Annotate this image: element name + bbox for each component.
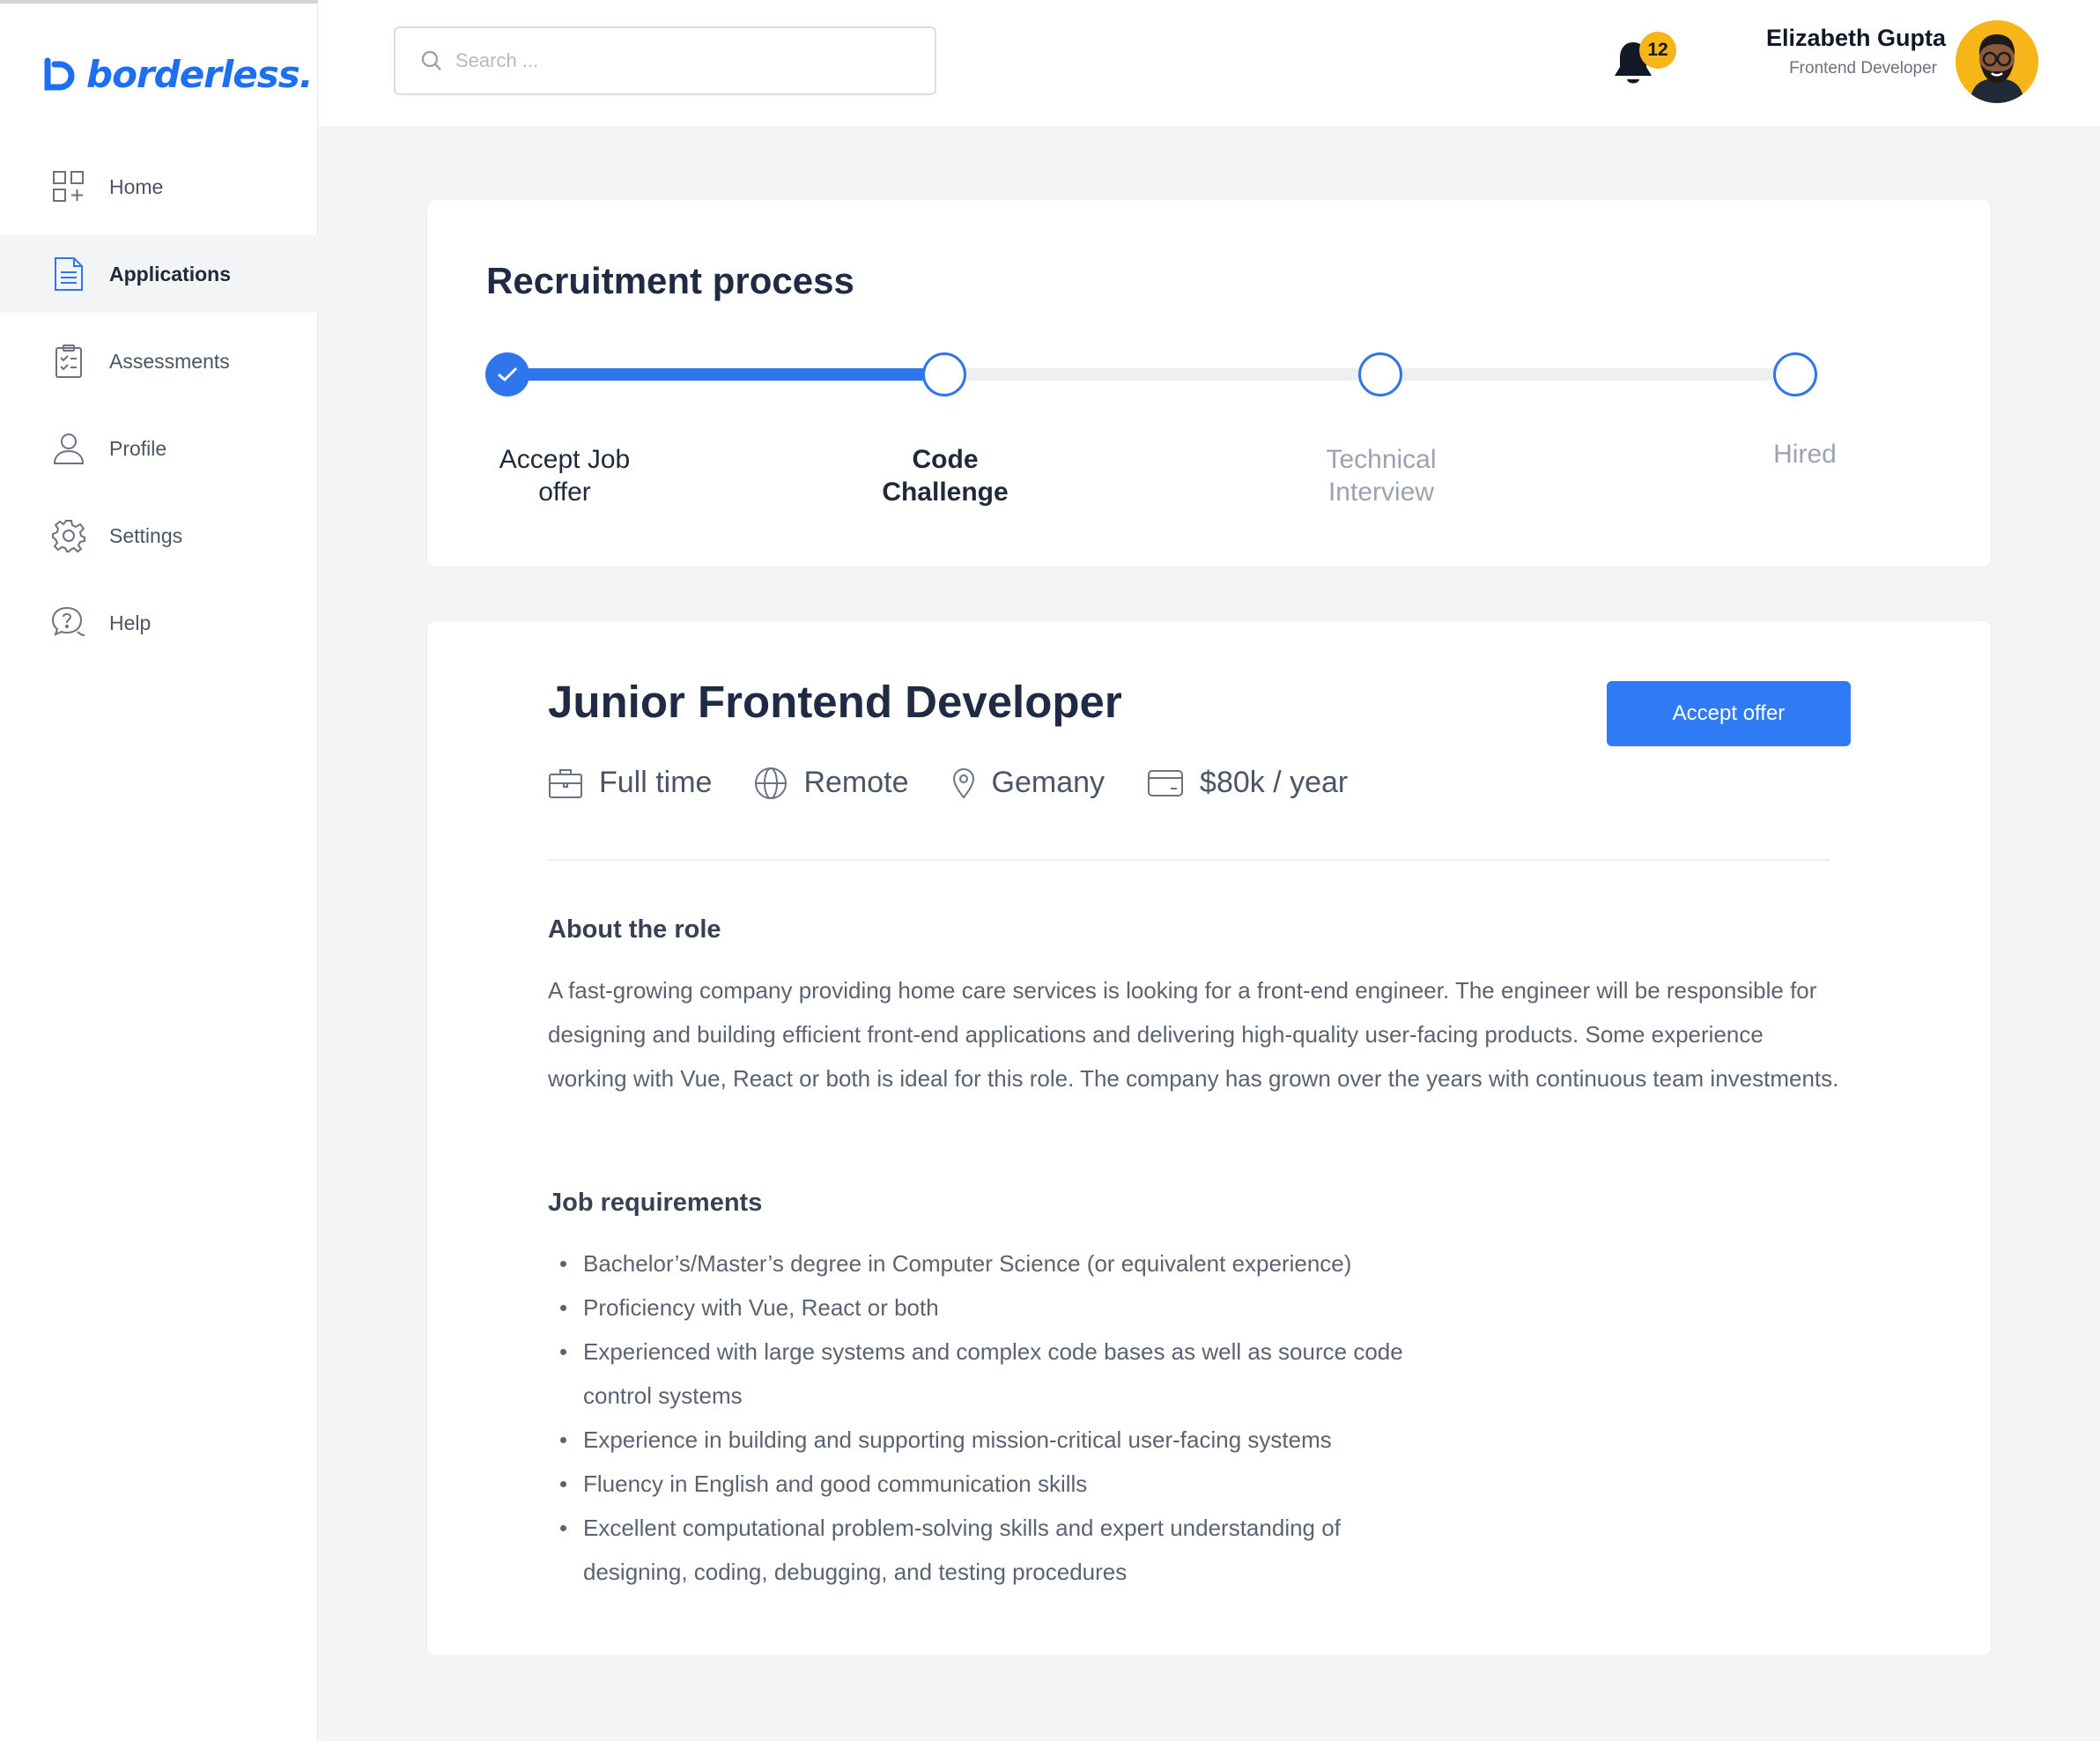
sidebar-item-applications[interactable]: Applications <box>0 235 318 313</box>
step-dot-accept-job-offer[interactable] <box>485 352 529 396</box>
list-item: Proficiency with Vue, React or both <box>548 1285 1429 1330</box>
process-title: Recruitment process <box>486 260 854 301</box>
list-item: Bachelor’s/Master’s degree in Computer S… <box>548 1241 1429 1285</box>
step-label-code-challenge: Code Challenge <box>882 445 1009 507</box>
user-role: Frontend Developer <box>1789 59 1937 78</box>
grid-icon <box>51 169 86 204</box>
sidebar-top-border <box>0 0 318 4</box>
sidebar-item-label: Profile <box>109 436 167 460</box>
section-divider <box>548 859 1830 861</box>
gear-icon <box>51 518 86 553</box>
sidebar-item-help[interactable]: Help <box>0 584 318 662</box>
job-requirements-list: Bachelor’s/Master’s degree in Computer S… <box>548 1241 1429 1594</box>
brand-mark-icon <box>44 57 75 90</box>
step-dot-technical-interview[interactable] <box>1358 352 1402 396</box>
job-title: Junior Frontend Developer <box>548 677 1122 727</box>
document-icon <box>51 256 86 292</box>
recruitment-process-card: Recruitment process Accept Job offer Cod… <box>426 199 1992 567</box>
job-location-type-text: Remote <box>803 766 909 799</box>
sidebar-item-assessments[interactable]: Assessments <box>0 322 318 400</box>
sidebar-item-label: Help <box>109 611 152 634</box>
sidebar-item-home[interactable]: Home <box>0 148 318 226</box>
about-role-heading: About the role <box>548 915 721 944</box>
location-pin-icon <box>951 767 976 799</box>
brand-name: borderless. <box>86 53 314 96</box>
clipboard-icon <box>51 344 86 379</box>
avatar-illustration <box>1956 20 2038 103</box>
job-details-card: Junior Frontend Developer Accept offer F… <box>426 620 1992 1656</box>
top-header: 12 Elizabeth Gupta Frontend Developer <box>318 0 2100 126</box>
job-type-text: Full time <box>599 766 713 799</box>
help-bubble-icon <box>51 605 86 641</box>
user-info[interactable]: Elizabeth Gupta Frontend Developer <box>1676 25 1946 78</box>
accept-offer-button[interactable]: Accept offer <box>1607 681 1851 746</box>
notification-count-badge: 12 <box>1639 32 1676 69</box>
list-item: Fluency in English and good communicatio… <box>548 1462 1429 1506</box>
job-meta: Full time Remote Gemany $80k / year <box>548 766 1390 800</box>
credit-card-icon <box>1147 769 1184 797</box>
job-location-type: Remote <box>754 766 909 800</box>
job-salary: $80k / year <box>1147 766 1348 800</box>
user-icon <box>51 431 86 466</box>
about-role-text: A fast-growing company providing home ca… <box>548 977 1839 1092</box>
sidebar: borderless. Home Applications Assessment… <box>0 0 318 1741</box>
list-item: Excellent computational problem-solving … <box>548 1506 1429 1594</box>
step-dot-hired[interactable] <box>1773 352 1817 396</box>
sidebar-item-settings[interactable]: Settings <box>0 497 318 574</box>
briefcase-icon <box>548 767 583 799</box>
progress-fill <box>499 368 931 381</box>
step-label-technical-interview: Technical Interview <box>1326 445 1437 507</box>
search-box[interactable] <box>394 26 936 95</box>
search-icon <box>421 50 441 70</box>
search-input[interactable] <box>455 49 913 72</box>
job-country: Gemany <box>951 766 1105 800</box>
globe-icon <box>754 767 788 800</box>
check-icon <box>498 367 518 382</box>
sidebar-item-profile[interactable]: Profile <box>0 410 318 487</box>
job-requirements-heading: Job requirements <box>548 1189 763 1217</box>
list-item: Experience in building and supporting mi… <box>548 1418 1429 1462</box>
avatar[interactable] <box>1956 20 2038 103</box>
sidebar-item-label: Home <box>109 174 164 198</box>
sidebar-item-label: Settings <box>109 523 183 547</box>
sidebar-item-label: Applications <box>109 262 232 285</box>
sidebar-nav: Home Applications Assessments Profile Se… <box>0 148 318 671</box>
sidebar-item-label: Assessments <box>109 349 230 373</box>
step-label-hired: Hired <box>1773 440 1837 469</box>
list-item: Experienced with large systems and compl… <box>548 1330 1429 1418</box>
user-name: Elizabeth Gupta <box>1765 25 1946 51</box>
notifications-button[interactable]: 12 <box>1611 32 1676 92</box>
job-salary-text: $80k / year <box>1200 766 1349 799</box>
job-type: Full time <box>548 766 712 800</box>
job-country-text: Gemany <box>991 766 1105 799</box>
brand-logo[interactable]: borderless. <box>42 53 314 96</box>
step-label-accept-job-offer: Accept Job offer <box>499 445 631 507</box>
step-dot-code-challenge[interactable] <box>922 352 966 396</box>
